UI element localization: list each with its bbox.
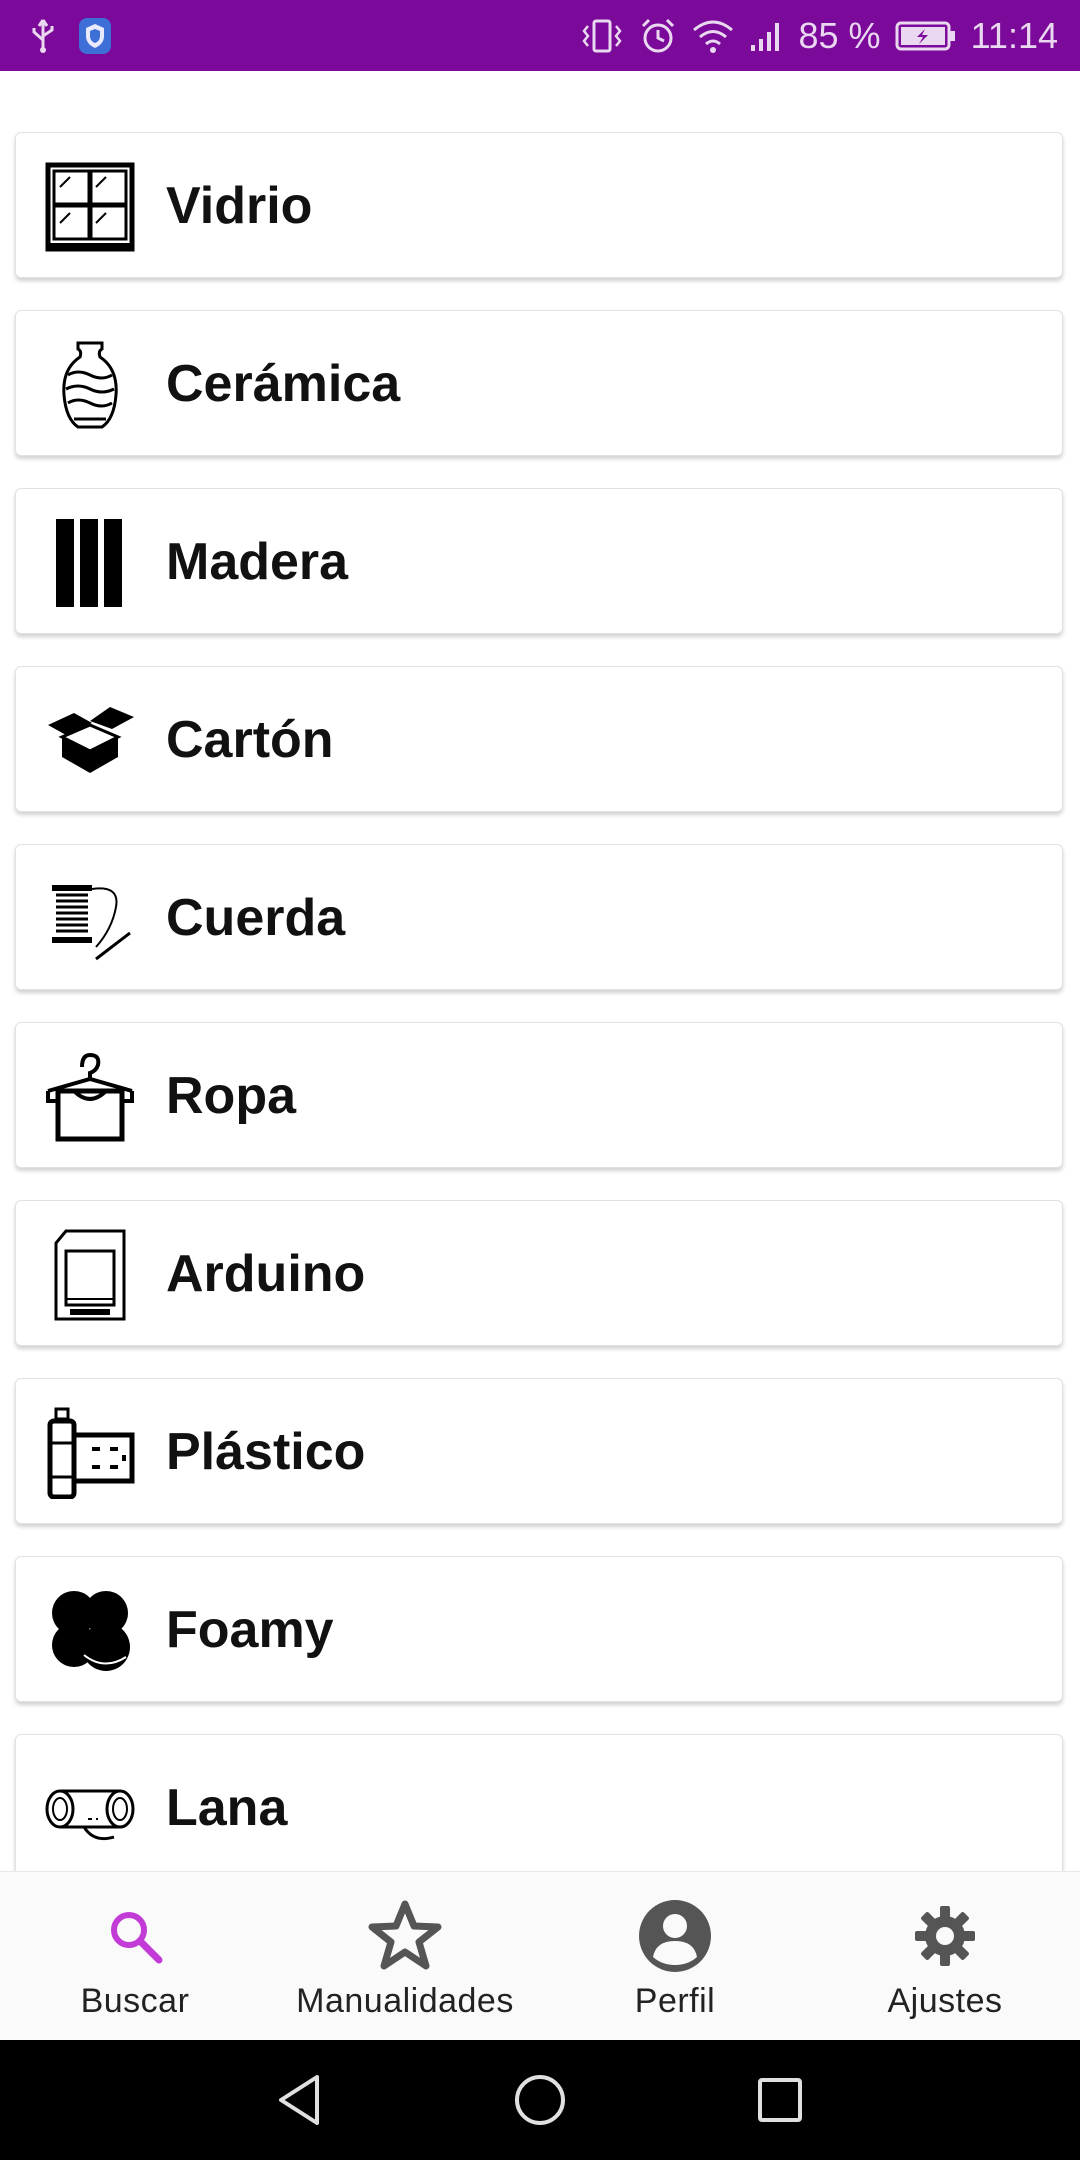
category-label: Arduino xyxy=(166,1245,366,1303)
category-label: Cuerda xyxy=(166,889,346,947)
signal-icon xyxy=(749,19,785,53)
account-icon xyxy=(638,1898,712,1974)
foam-shape-icon xyxy=(44,1585,136,1677)
category-list: Vidrio Cerámica Madera Cartón Cuerda Rop… xyxy=(15,132,1065,1871)
nav-buscar[interactable]: Buscar xyxy=(0,1872,270,2041)
wifi-icon xyxy=(691,18,735,54)
usb-icon xyxy=(30,18,56,54)
category-card-vidrio[interactable]: Vidrio xyxy=(15,132,1063,278)
vibrate-icon xyxy=(579,18,625,54)
category-card-ceramica[interactable]: Cerámica xyxy=(15,310,1063,456)
vase-icon xyxy=(44,339,136,431)
shield-icon xyxy=(78,17,112,55)
category-label: Madera xyxy=(166,533,349,591)
window-icon xyxy=(44,161,136,253)
system-navigation-bar xyxy=(0,2040,1080,2160)
clock: 11:14 xyxy=(970,15,1058,56)
star-icon xyxy=(367,1898,443,1974)
category-card-cuerda[interactable]: Cuerda xyxy=(15,844,1063,990)
recents-icon[interactable] xyxy=(750,2070,810,2130)
nav-label: Perfil xyxy=(634,1982,716,2020)
search-icon xyxy=(105,1898,165,1974)
category-card-lana[interactable]: Lana xyxy=(15,1734,1063,1871)
category-card-madera[interactable]: Madera xyxy=(15,488,1063,634)
yarn-icon xyxy=(44,1763,136,1855)
battery-charging-icon xyxy=(895,20,957,52)
nav-perfil[interactable]: Perfil xyxy=(540,1872,810,2041)
category-card-ropa[interactable]: Ropa xyxy=(15,1022,1063,1168)
thread-needle-icon xyxy=(44,873,136,965)
category-label: Cerámica xyxy=(166,355,401,413)
nav-ajustes[interactable]: Ajustes xyxy=(810,1872,1080,2041)
gear-icon xyxy=(913,1898,977,1974)
nav-label: Buscar xyxy=(80,1982,190,2020)
home-icon[interactable] xyxy=(510,2070,570,2130)
category-card-arduino[interactable]: Arduino xyxy=(15,1200,1063,1346)
hanger-icon xyxy=(44,1051,136,1143)
category-label: Plástico xyxy=(166,1423,366,1481)
battery-percent: 85 % xyxy=(798,15,881,56)
status-bar: 85 % 11:14 xyxy=(0,0,1080,71)
category-label: Vidrio xyxy=(166,177,313,235)
category-label: Ropa xyxy=(166,1067,296,1125)
category-label: Lana xyxy=(166,1779,288,1837)
wood-planks-icon xyxy=(44,517,136,609)
nav-manualidades[interactable]: Manualidades xyxy=(270,1872,540,2041)
category-card-carton[interactable]: Cartón xyxy=(15,666,1063,812)
back-icon[interactable] xyxy=(270,2070,330,2130)
box-icon xyxy=(44,695,136,787)
alarm-icon xyxy=(639,17,677,55)
category-label: Foamy xyxy=(166,1601,334,1659)
nav-label: Ajustes xyxy=(887,1982,1003,2020)
category-card-plastico[interactable]: Plástico xyxy=(15,1378,1063,1524)
category-card-foamy[interactable]: Foamy xyxy=(15,1556,1063,1702)
nav-label: Manualidades xyxy=(296,1982,514,2020)
category-list-viewport[interactable]: Vidrio Cerámica Madera Cartón Cuerda Rop… xyxy=(0,71,1080,1871)
bottom-navigation: Buscar Manualidades Perfil Ajustes xyxy=(0,1871,1080,2041)
sd-card-icon xyxy=(44,1229,136,1321)
bottle-icon xyxy=(44,1407,136,1499)
category-label: Cartón xyxy=(166,711,334,769)
